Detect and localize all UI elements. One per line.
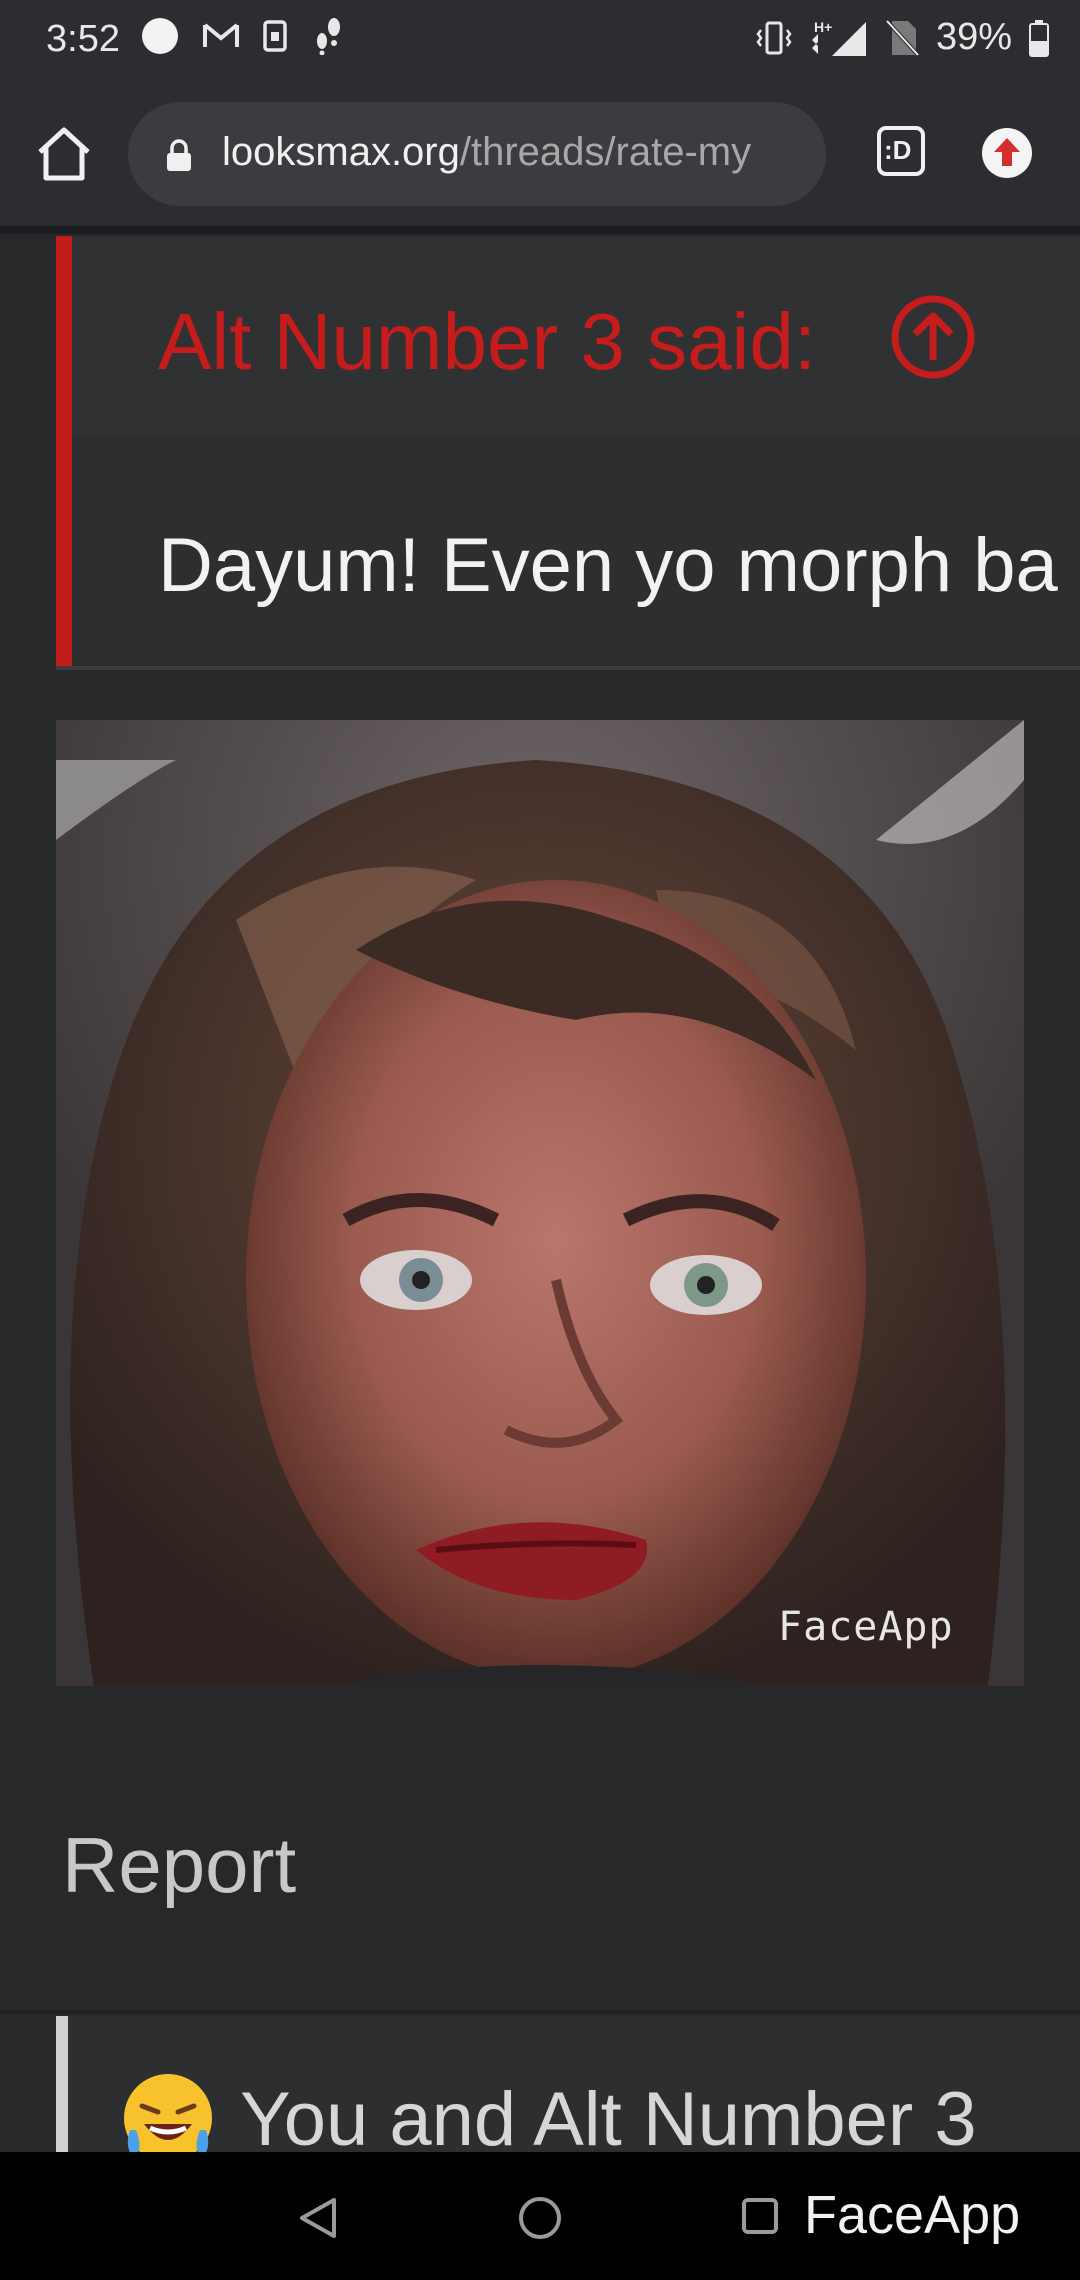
quote-text: Dayum! Even yo morph ba: [158, 523, 1058, 608]
faceapp-portrait: [56, 720, 1024, 1686]
post-divider: [0, 2010, 1080, 2014]
vibrate-icon: [756, 21, 792, 54]
gmail-icon: [203, 23, 239, 47]
url-text[interactable]: looksmax.org/threads/rate-my: [222, 130, 751, 175]
reactions-bar[interactable]: You and Alt Number 3: [56, 2016, 1080, 2164]
sim-icon: [263, 20, 287, 52]
home-icon[interactable]: [34, 124, 94, 184]
url-path: /threads/rate-my: [459, 130, 752, 174]
faceapp-overlay-text: FaceApp: [804, 2185, 1021, 2245]
browser-toolbar: looksmax.org/threads/rate-my :D: [0, 80, 1080, 226]
recents-icon[interactable]: [740, 2196, 780, 2236]
nav-home-icon[interactable]: [516, 2194, 564, 2242]
status-bar: 3:52 H+ 39%: [0, 0, 1080, 80]
circle-icon: [142, 18, 178, 54]
back-icon[interactable]: [296, 2196, 340, 2240]
notification-icons: [140, 16, 348, 56]
footsteps-icon: [317, 18, 340, 55]
quote-attribution[interactable]: Alt Number 3 said:: [158, 296, 816, 388]
report-link[interactable]: Report: [62, 1820, 296, 1911]
quote-block: Alt Number 3 said: Dayum! Even yo morph …: [56, 236, 1080, 668]
navigation-bar: FaceApp: [0, 2152, 1080, 2280]
signal-hplus-icon: H+: [811, 19, 866, 56]
toolbar-shadow: [0, 226, 1080, 234]
laughing-crying-emoji-icon: [124, 2074, 212, 2162]
update-icon[interactable]: [980, 126, 1034, 180]
tab-count-label: :D: [884, 135, 912, 165]
lock-icon: [167, 139, 191, 171]
quote-divider: [56, 666, 1080, 670]
no-sim-icon: [885, 19, 920, 56]
address-bar[interactable]: looksmax.org/threads/rate-my: [128, 102, 826, 206]
tab-switcher-button[interactable]: :D: [876, 124, 926, 178]
faceapp-watermark: FaceApp: [778, 1604, 954, 1650]
battery-percent: 39%: [935, 16, 1012, 58]
arrow-up-circle-icon[interactable]: [890, 294, 976, 380]
battery-icon: [1029, 19, 1049, 57]
svg-text:H+: H+: [814, 19, 832, 35]
reactions-text[interactable]: You and Alt Number 3: [240, 2076, 977, 2163]
url-domain: looksmax.org: [222, 130, 460, 174]
status-time: 3:52: [46, 18, 120, 60]
system-icons: H+ 39%: [754, 16, 1050, 59]
post-image[interactable]: [56, 720, 1024, 1686]
